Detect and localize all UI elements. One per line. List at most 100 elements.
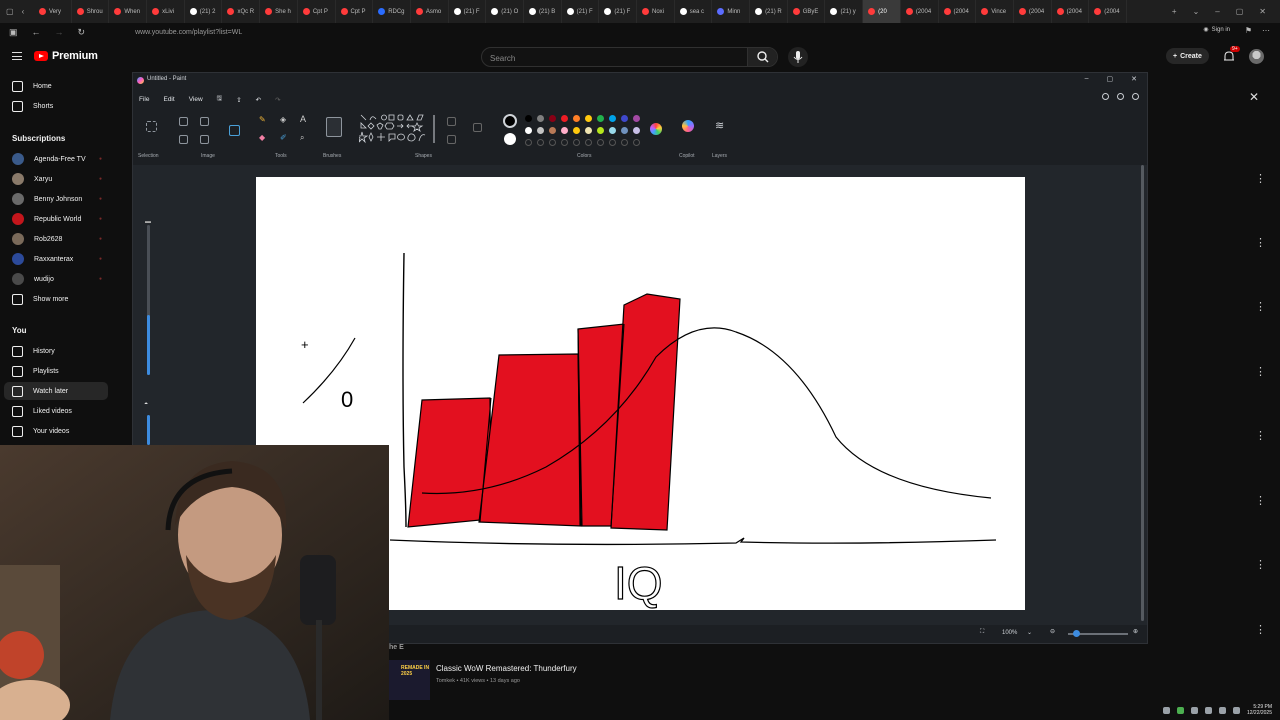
maximize-button[interactable]: ▢ [1236, 7, 1244, 16]
rotate-icon[interactable] [179, 135, 188, 144]
tab-search-icon[interactable]: ▢ [6, 7, 14, 16]
paint-vertical-scrollbar[interactable] [1141, 165, 1144, 621]
color-swatch[interactable] [549, 115, 556, 122]
browser-tab[interactable]: (21) F [449, 0, 487, 23]
color-swatch[interactable] [633, 127, 640, 134]
browser-tab[interactable]: Minn [712, 0, 751, 23]
magnifier-icon[interactable]: ⌕ [300, 133, 304, 143]
more-vert-icon[interactable] [1255, 429, 1266, 442]
empty-color-slot[interactable] [621, 139, 628, 146]
image-select-icon[interactable] [229, 125, 240, 136]
tray-shield-icon[interactable] [1190, 706, 1198, 714]
sidebar-item[interactable]: Home [4, 77, 108, 95]
empty-color-slot[interactable] [537, 139, 544, 146]
empty-color-slot[interactable] [633, 139, 640, 146]
zoom-in-icon[interactable]: ⊕ [1133, 628, 1138, 635]
secondary-color-swatch[interactable] [504, 133, 516, 145]
color-swatch[interactable] [525, 115, 532, 122]
color-swatch[interactable] [621, 115, 628, 122]
layers-icon[interactable]: ≋ [715, 119, 724, 132]
more-vert-icon[interactable] [1255, 236, 1266, 249]
more-vert-icon[interactable] [1255, 365, 1266, 378]
new-tab-button[interactable]: + [1172, 7, 1177, 16]
zoom-chevron-icon[interactable]: ⌄ [1027, 629, 1032, 636]
shape-size-icon[interactable] [473, 123, 482, 132]
browser-tab[interactable]: RDCg [373, 0, 411, 23]
create-button[interactable]: + Create [1166, 48, 1209, 64]
empty-color-slot[interactable] [585, 139, 592, 146]
color-swatch[interactable] [573, 127, 580, 134]
color-swatch[interactable] [609, 115, 616, 122]
redo-icon[interactable]: ↷ [275, 96, 280, 104]
tab-back-icon[interactable]: ‹ [22, 7, 25, 16]
browser-tab[interactable]: She h [260, 0, 298, 23]
save-icon[interactable]: 🖫 [217, 94, 223, 105]
search-button[interactable] [747, 48, 777, 66]
browser-tab[interactable]: Vince [976, 0, 1014, 23]
paint-minimize-button[interactable]: – [1085, 75, 1089, 83]
fill-icon[interactable]: ◈ [280, 115, 286, 124]
you-heading[interactable]: You [12, 326, 27, 335]
sidebar-item[interactable]: Rob2628 ● [4, 230, 108, 248]
browser-tab[interactable]: (2004 [1089, 0, 1127, 23]
copilot-icon[interactable] [682, 120, 694, 132]
opacity-slider[interactable] [147, 415, 150, 445]
shape-fill-icon[interactable] [447, 135, 456, 144]
tray-app-icon[interactable] [1176, 706, 1184, 714]
crop-icon[interactable] [179, 117, 188, 126]
browser-tab[interactable]: (21) R [750, 0, 788, 23]
extension-icon[interactable]: ⚑ [1245, 26, 1252, 35]
browser-tab[interactable]: When [109, 0, 148, 23]
more-icon[interactable]: ⋯ [1262, 26, 1270, 35]
sidebar-item[interactable]: Xaryu ● [4, 170, 108, 188]
browser-tab[interactable]: (20 [863, 0, 901, 23]
resize-icon[interactable] [200, 117, 209, 126]
sidebar-item[interactable]: Playlists [4, 362, 108, 380]
browser-tab[interactable]: Asmo [411, 0, 449, 23]
back-icon[interactable]: ← [32, 27, 41, 38]
paint-maximize-button[interactable]: ▢ [1107, 75, 1114, 83]
zoom-slider-thumb[interactable] [1073, 630, 1080, 637]
sidebar-item[interactable]: Raxxanterax ● [4, 250, 108, 268]
menu-icon[interactable] [12, 52, 22, 60]
url-field[interactable]: www.youtube.com/playlist?list=WL [95, 29, 242, 36]
color-swatch[interactable] [609, 127, 616, 134]
reload-icon[interactable]: ↻ [78, 27, 86, 38]
browser-tab[interactable]: (2004 [1052, 0, 1090, 23]
browser-tab[interactable]: (21) B [524, 0, 562, 23]
menu-view[interactable]: View [189, 96, 203, 103]
video-title[interactable]: Classic WoW Remastered: Thunderfury [436, 664, 577, 673]
share-icon[interactable]: ⇪ [236, 96, 241, 104]
text-icon[interactable]: A [300, 114, 306, 124]
playlist-video-row[interactable]: he E REMADE IN 2025 Classic WoW Remaster… [389, 644, 1280, 704]
search-input[interactable] [490, 52, 740, 64]
color-swatch[interactable] [585, 115, 592, 122]
browser-tab[interactable]: xQc R [222, 0, 261, 23]
paint-close-button[interactable]: ✕ [1131, 75, 1137, 83]
menu-edit[interactable]: Edit [163, 96, 174, 103]
empty-color-slot[interactable] [525, 139, 532, 146]
tray-chevron-icon[interactable] [1162, 706, 1170, 714]
browser-tab[interactable]: (2004 [1014, 0, 1052, 23]
color-swatch[interactable] [573, 115, 580, 122]
color-swatch[interactable] [561, 115, 568, 122]
browser-tab[interactable]: (21) 2 [185, 0, 223, 23]
color-swatch[interactable] [633, 115, 640, 122]
empty-color-slot[interactable] [573, 139, 580, 146]
browser-tab[interactable]: (21) O [486, 0, 524, 23]
forward-icon[interactable]: → [55, 27, 64, 38]
shapes-gallery[interactable] [359, 113, 437, 147]
sidebar-item[interactable]: History [4, 342, 108, 360]
sidebar-item[interactable]: Agenda-Free TV ● [4, 150, 108, 168]
zoom-level[interactable]: 100% [1002, 630, 1017, 636]
more-vert-icon[interactable] [1255, 172, 1266, 185]
system-clock[interactable]: 5:29 PM 12/22/2025 [1247, 704, 1272, 716]
sidebar-item[interactable]: Liked videos [4, 402, 108, 420]
sidebar-item[interactable]: Show more [4, 290, 108, 308]
color-swatch[interactable] [549, 127, 556, 134]
color-swatch[interactable] [597, 127, 604, 134]
more-vert-icon[interactable] [1255, 623, 1266, 636]
more-vert-icon[interactable] [1255, 494, 1266, 507]
empty-color-slot[interactable] [609, 139, 616, 146]
browser-tab[interactable]: (21) F [599, 0, 637, 23]
